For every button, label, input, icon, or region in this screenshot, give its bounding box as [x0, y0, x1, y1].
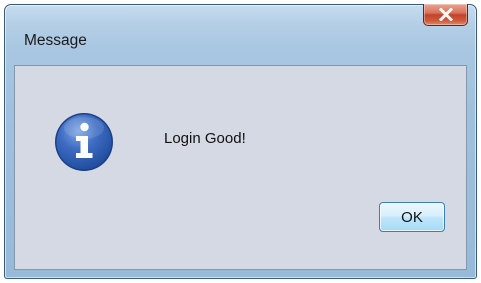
message-text: Login Good! [164, 130, 246, 147]
message-dialog-window: Message Login Good! OK [4, 4, 477, 279]
ok-button[interactable]: OK [379, 202, 445, 232]
close-icon [439, 8, 453, 21]
window-title: Message [24, 32, 87, 49]
info-icon [55, 113, 113, 171]
dialog-content: Login Good! OK [14, 65, 467, 270]
title-bar[interactable]: Message [5, 4, 476, 49]
close-button[interactable] [423, 4, 468, 26]
